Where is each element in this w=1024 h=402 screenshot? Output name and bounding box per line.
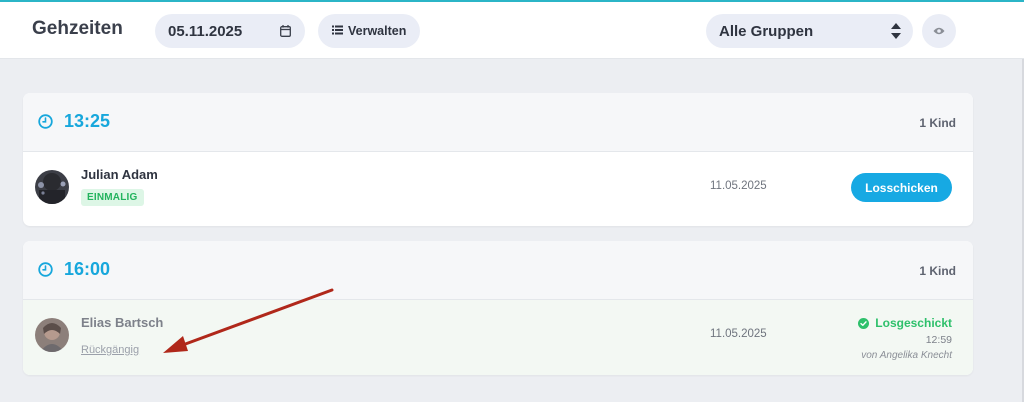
- send-off-button[interactable]: Losschicken: [851, 173, 952, 202]
- time-group-header: 13:25 1 Kind: [23, 93, 973, 152]
- time-group-header: 16:00 1 Kind: [23, 241, 973, 300]
- child-count: 1 Kind: [919, 264, 956, 278]
- calendar-icon[interactable]: [280, 24, 291, 41]
- sent-time: 12:59: [925, 334, 952, 346]
- updown-icon: [891, 23, 901, 43]
- list-icon: [332, 24, 343, 38]
- status-label: Losgeschickt: [875, 316, 952, 330]
- visibility-toggle[interactable]: [922, 14, 956, 48]
- child-count: 1 Kind: [919, 116, 956, 130]
- check-circle-icon: [858, 317, 870, 329]
- group-time: 13:25: [64, 111, 111, 131]
- sent-by: von Angelika Knecht: [861, 350, 952, 361]
- eye-icon: [933, 22, 945, 40]
- child-row: Elias Bartsch Rückgängig 11.05.2025 Losg…: [23, 300, 973, 375]
- child-name: Elias Bartsch: [81, 315, 164, 330]
- clock-icon: [38, 262, 53, 282]
- child-name: Julian Adam: [81, 167, 158, 182]
- undo-link[interactable]: Rückgängig: [81, 344, 139, 356]
- date-value: 05.11.2025: [168, 22, 243, 40]
- row-date: 11.05.2025: [710, 328, 767, 340]
- time-group-card: 13:25 1 Kind Julian Adam EINMALIG 11.05.…: [23, 93, 973, 226]
- group-select-value: Alle Gruppen: [719, 22, 814, 40]
- group-select[interactable]: Alle Gruppen: [706, 14, 913, 48]
- sent-status: Losgeschickt: [858, 316, 952, 330]
- status-badge: EINMALIG: [81, 189, 144, 206]
- avatar: [35, 170, 69, 204]
- date-picker[interactable]: 05.11.2025: [155, 14, 305, 48]
- avatar: [35, 318, 69, 352]
- time-group-card: 16:00 1 Kind Elias Bartsch Rückgängig 11…: [23, 241, 973, 375]
- child-row: Julian Adam EINMALIG 11.05.2025 Losschic…: [23, 152, 973, 226]
- group-time: 16:00: [64, 259, 111, 279]
- manage-label: Verwalten: [348, 24, 407, 38]
- row-date: 11.05.2025: [710, 180, 767, 192]
- page-title: Gehzeiten: [32, 18, 123, 39]
- page-header: Gehzeiten 05.11.2025 Verwalten Alle Grup…: [0, 2, 1024, 59]
- manage-button[interactable]: Verwalten: [318, 14, 420, 48]
- clock-icon: [38, 114, 53, 134]
